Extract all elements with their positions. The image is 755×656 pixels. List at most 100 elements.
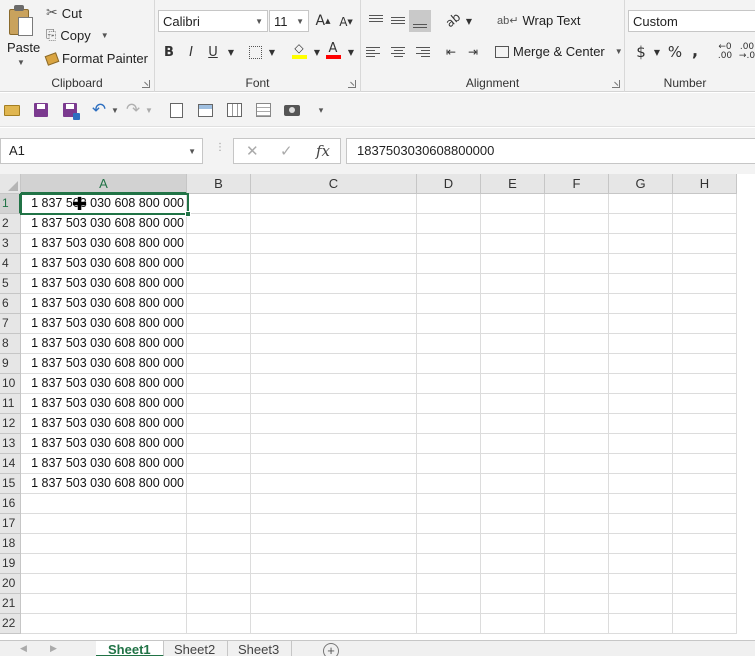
cell-d6[interactable]: [417, 294, 481, 314]
cell-e18[interactable]: [481, 534, 545, 554]
underline-dropdown-icon[interactable]: ▼: [221, 42, 241, 62]
column-header-h[interactable]: H: [673, 174, 737, 194]
cell-g12[interactable]: [609, 414, 673, 434]
add-sheet-icon[interactable]: +: [323, 643, 339, 656]
cell-b2[interactable]: [187, 214, 251, 234]
cell-h11[interactable]: [673, 394, 737, 414]
cell-b21[interactable]: [187, 594, 251, 614]
column-header-a[interactable]: A: [21, 174, 187, 194]
cell-c19[interactable]: [251, 554, 417, 574]
cell-b7[interactable]: [187, 314, 251, 334]
row-header-12[interactable]: 12: [0, 414, 21, 434]
cell-h14[interactable]: [673, 454, 737, 474]
cell-c11[interactable]: [251, 394, 417, 414]
merge-dropdown-icon[interactable]: ▼: [615, 47, 623, 56]
cell-b22[interactable]: [187, 614, 251, 634]
cell-d21[interactable]: [417, 594, 481, 614]
cell-g3[interactable]: [609, 234, 673, 254]
paste-button[interactable]: Paste ▼: [0, 0, 42, 70]
row-header-1[interactable]: 1: [0, 194, 21, 214]
cell-e15[interactable]: [481, 474, 545, 494]
select-all-button[interactable]: [0, 174, 21, 194]
cell-f2[interactable]: [545, 214, 609, 234]
cell-h3[interactable]: [673, 234, 737, 254]
worksheet-grid[interactable]: ABCDEFGH11 837 503 030 608 800 000 2 1 837…: [0, 174, 755, 640]
cell-d8[interactable]: [417, 334, 481, 354]
row-header-2[interactable]: 2: [0, 214, 21, 234]
cell-e3[interactable]: [481, 234, 545, 254]
cell-d16[interactable]: [417, 494, 481, 514]
cell-b9[interactable]: [187, 354, 251, 374]
cell-b15[interactable]: [187, 474, 251, 494]
cell-g10[interactable]: [609, 374, 673, 394]
row-header-20[interactable]: 20: [0, 574, 21, 594]
increase-font-size-icon[interactable]: A ▲: [313, 11, 333, 31]
format-painter-button[interactable]: Format Painter: [44, 51, 148, 66]
cell-h7[interactable]: [673, 314, 737, 334]
cell-f4[interactable]: [545, 254, 609, 274]
cell-b3[interactable]: [187, 234, 251, 254]
row-header-11[interactable]: 11: [0, 394, 21, 414]
cell-g1[interactable]: [609, 194, 673, 214]
cell-g20[interactable]: [609, 574, 673, 594]
cell-e13[interactable]: [481, 434, 545, 454]
align-left-icon[interactable]: [366, 42, 386, 62]
cell-g6[interactable]: [609, 294, 673, 314]
cell-d17[interactable]: [417, 514, 481, 534]
cancel-icon[interactable]: ✕: [246, 142, 259, 160]
formula-input[interactable]: 1837503030608800000: [346, 138, 755, 164]
font-color-icon[interactable]: A: [323, 40, 343, 60]
cell-e7[interactable]: [481, 314, 545, 334]
fill-color-icon[interactable]: ◇: [289, 40, 309, 60]
cell-d13[interactable]: [417, 434, 481, 454]
cell-g5[interactable]: [609, 274, 673, 294]
cell-c22[interactable]: [251, 614, 417, 634]
form-icon[interactable]: [196, 101, 214, 119]
cell-b18[interactable]: [187, 534, 251, 554]
cell-b8[interactable]: [187, 334, 251, 354]
row-header-22[interactable]: 22: [0, 614, 21, 634]
cell-d20[interactable]: [417, 574, 481, 594]
cell-e8[interactable]: [481, 334, 545, 354]
cell-f6[interactable]: [545, 294, 609, 314]
cell-c14[interactable]: [251, 454, 417, 474]
cell-h12[interactable]: [673, 414, 737, 434]
cell-a4[interactable]: 1 837 503 030 608 800 000: [21, 254, 187, 274]
cell-h10[interactable]: [673, 374, 737, 394]
cell-b19[interactable]: [187, 554, 251, 574]
cell-c10[interactable]: [251, 374, 417, 394]
cell-b10[interactable]: [187, 374, 251, 394]
column-header-c[interactable]: C: [251, 174, 417, 194]
cell-a11[interactable]: 1 837 503 030 608 800 000: [21, 394, 187, 414]
cell-d11[interactable]: [417, 394, 481, 414]
row-header-13[interactable]: 13: [0, 434, 21, 454]
cell-a18[interactable]: [21, 534, 187, 554]
cell-e2[interactable]: [481, 214, 545, 234]
cell-e9[interactable]: [481, 354, 545, 374]
redo-dropdown-icon[interactable]: ▼: [140, 101, 158, 119]
list-view-icon[interactable]: [254, 101, 272, 119]
cell-d3[interactable]: [417, 234, 481, 254]
cell-h6[interactable]: [673, 294, 737, 314]
row-header-5[interactable]: 5: [0, 274, 21, 294]
cell-f19[interactable]: [545, 554, 609, 574]
wrap-text-button[interactable]: ab↵ Wrap Text: [497, 13, 581, 28]
cell-a16[interactable]: [21, 494, 187, 514]
cell-c13[interactable]: [251, 434, 417, 454]
comma-style-icon[interactable]: ,: [685, 40, 705, 60]
cell-e5[interactable]: [481, 274, 545, 294]
cell-h15[interactable]: [673, 474, 737, 494]
cell-a17[interactable]: [21, 514, 187, 534]
cell-a8[interactable]: 1 837 503 030 608 800 000: [21, 334, 187, 354]
cell-f14[interactable]: [545, 454, 609, 474]
cell-h20[interactable]: [673, 574, 737, 594]
cell-c16[interactable]: [251, 494, 417, 514]
row-header-9[interactable]: 9: [0, 354, 21, 374]
cell-a12[interactable]: 1 837 503 030 608 800 000: [21, 414, 187, 434]
cell-a10[interactable]: 1 837 503 030 608 800 000: [21, 374, 187, 394]
cell-e11[interactable]: [481, 394, 545, 414]
row-header-15[interactable]: 15: [0, 474, 21, 494]
save-icon[interactable]: [32, 101, 50, 119]
cell-a6[interactable]: 1 837 503 030 608 800 000: [21, 294, 187, 314]
cell-c12[interactable]: [251, 414, 417, 434]
